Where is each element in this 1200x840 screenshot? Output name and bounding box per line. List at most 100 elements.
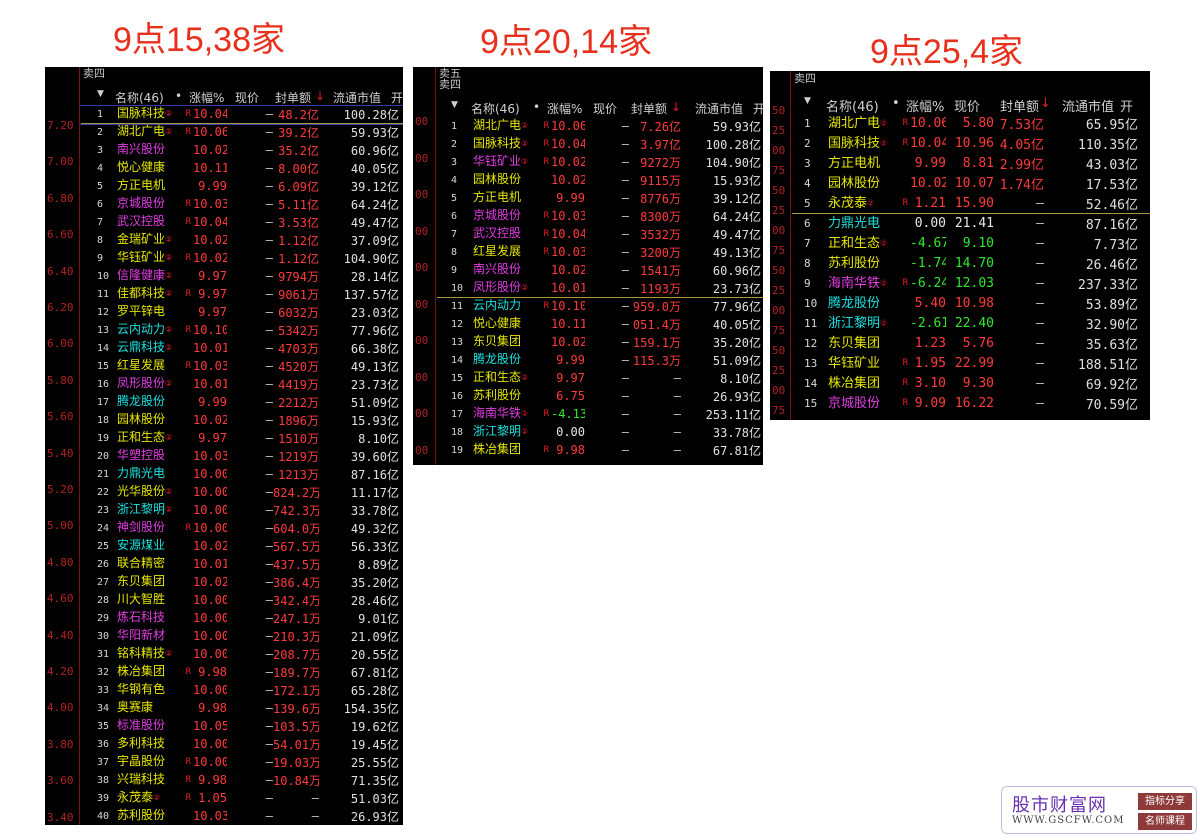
table-row[interactable]: 21 力鼎光电 10.00 –1213万 87.16亿 [45,465,403,483]
stock-name[interactable]: 兴瑞科技 [117,770,193,790]
table-row[interactable]: 4 悦心健康 10.11 –8.00亿 40.05亿 [45,159,403,177]
column-header-cap[interactable]: 流通市值 [333,89,381,106]
table-row[interactable]: 35 标准股份 10.05 –103.5万 19.62亿 [45,717,403,735]
table-row[interactable]: 12 罗平锌电 9.97 –6032万 23.03亿 [45,303,403,321]
table-row[interactable]: 18 园林股份 10.02 –1896万 15.93亿 [45,411,403,429]
stock-name[interactable]: 神剑股份 [117,518,193,538]
table-row[interactable]: 12 东贝集团 1.23 5.76 – 35.63亿 [770,333,1150,353]
table-row[interactable]: 4 园林股份 10.02 –9115万 15.93亿 [413,171,763,189]
stock-name[interactable]: 株冶集团 [117,662,193,682]
table-row[interactable]: 11 云内动力 R 10.10 –959.0万 77.96亿 [413,297,763,315]
table-row[interactable]: 38 兴瑞科技 R 9.98 –10.84万 71.35亿 [45,771,403,789]
stock-name[interactable]: 方正电机 [117,176,193,196]
stock-name[interactable]: 正和生态② [117,428,193,448]
column-header-extra[interactable]: 开 [753,100,763,117]
table-row[interactable]: 7 武汉控股 R 10.04 –3532万 49.47亿 [413,225,763,243]
stock-name[interactable]: 株冶集团 [473,440,549,460]
table-row[interactable]: 13 东贝集团 10.02 –159.1万 35.20亿 [413,333,763,351]
table-row[interactable]: 19 株冶集团 R 9.98 – – 67.81亿 [413,441,763,459]
table-row[interactable]: 32 株冶集团 R 9.98 –189.7万 67.81亿 [45,663,403,681]
stock-name[interactable]: 罗平锌电 [117,302,193,322]
table-row[interactable]: 1 湖北广电② R 10.06 5.80 7.53亿 65.95亿 [770,113,1150,133]
table-row[interactable]: 29 炼石科技 10.00 –247.1万 9.01亿 [45,609,403,627]
table-row[interactable]: 27 东贝集团 10.02 –386.4万 35.20亿 [45,573,403,591]
stock-name[interactable]: 云内动力 [473,296,549,316]
column-header-change[interactable]: 涨幅% [189,89,224,106]
sort-arrow-icon[interactable]: ↓ [1040,96,1051,111]
table-row[interactable]: 11 浙江黎明② -2.61 22.40 – 32.90亿 [770,313,1150,333]
stock-name[interactable]: 佳都科技② [117,284,193,304]
table-row[interactable]: 39 永茂泰② R 1.05– –51.03亿 [45,789,403,807]
table-row[interactable]: 4 园林股份 10.02 10.07 1.74亿 17.53亿 [770,173,1150,193]
stock-name[interactable]: 奥赛康 [117,698,193,718]
table-row[interactable]: 23 浙江黎明② 10.00–742.3万 33.78亿 [45,501,403,519]
stock-name[interactable]: 园林股份 [473,170,549,190]
sort-arrow-icon[interactable]: ↓ [315,89,325,103]
table-row[interactable]: 34 奥赛康 9.98 –139.6万 154.35亿 [45,699,403,717]
stock-name[interactable]: 红星发展 [117,356,193,376]
stock-name[interactable]: 悦心健康 [117,158,193,178]
stock-name[interactable]: 东贝集团 [473,332,549,352]
table-row[interactable]: 9 海南华铁② R -6.24 12.03 – 237.33亿 [770,273,1150,293]
stock-name[interactable]: 京城股份 [117,194,193,214]
table-row[interactable]: 33 华钢有色 10.00 –172.1万 65.28亿 [45,681,403,699]
stock-name[interactable]: 京城股份 [473,206,549,226]
stock-name[interactable]: 凤形股份② [473,278,549,298]
table-row[interactable]: 10 腾龙股份 5.40 10.98 – 53.89亿 [770,293,1150,313]
stock-name[interactable]: 苏利股份 [117,806,193,825]
stock-name[interactable]: 标准股份 [117,716,193,736]
stock-name[interactable]: 川大智胜 [117,590,193,610]
table-row[interactable]: 30 华阳新材 10.00 –210.3万 21.09亿 [45,627,403,645]
table-row[interactable]: 7 武汉控股 R 10.04 –3.53亿 49.47亿 [45,213,403,231]
table-row[interactable]: 3 方正电机 9.99 8.81 2.99亿 43.03亿 [770,153,1150,173]
stock-name[interactable]: 浙江黎明② [117,500,193,520]
stock-name[interactable]: 力鼎光电 [117,464,193,484]
column-header-seal[interactable]: 封单额 [275,89,311,106]
stock-name[interactable]: 南兴股份 [117,140,193,160]
stock-name[interactable]: 华钰矿业② [117,248,193,268]
table-row[interactable]: 15 红星发展 R 10.03 –4520万 49.13亿 [45,357,403,375]
table-row[interactable]: 10 凤形股份② 10.01–1193万 23.73亿 [413,279,763,297]
stock-name[interactable]: 安源煤业 [117,536,193,556]
stock-name[interactable]: 多利科技 [117,734,193,754]
table-row[interactable]: 16 苏利股份 6.75 – – 26.93亿 [413,387,763,405]
column-header-change[interactable]: 涨幅% [547,100,582,117]
stock-name[interactable]: 苏利股份 [473,386,549,406]
stock-name[interactable]: 腾龙股份 [117,392,193,412]
table-row[interactable]: 28 川大智胜 10.00 –342.4万 28.46亿 [45,591,403,609]
stock-name[interactable]: 宇晶股份 [117,752,193,772]
stock-name[interactable]: 湖北广电② [117,122,193,142]
stock-name[interactable]: 国脉科技② [473,134,549,154]
table-row[interactable]: 2 湖北广电② R 10.06–39.2亿 59.93亿 [45,123,403,141]
stock-name[interactable]: 红星发展 [473,242,549,262]
sort-caret-icon[interactable]: ▼ [451,100,458,110]
stock-name[interactable]: 凤形股份② [117,374,193,394]
stock-name[interactable]: 华钢有色 [117,680,193,700]
stock-name[interactable]: 金瑞矿业② [117,230,193,250]
stock-name[interactable]: 华钰矿业② [473,152,549,172]
column-header-cap[interactable]: 流通市值 [695,100,743,117]
column-header-seal[interactable]: 封单额 [631,100,667,117]
sort-caret-icon[interactable]: ▼ [97,89,104,99]
stock-name[interactable]: 云内动力② [117,320,193,340]
table-row[interactable]: 15 京城股份 R 9.09 16.22 – 70.59亿 [770,393,1150,413]
stock-name[interactable]: 炼石科技 [117,608,193,628]
table-row[interactable]: 11 佳都科技② R 9.97–9061万 137.57亿 [45,285,403,303]
stock-name[interactable]: 园林股份 [117,410,193,430]
stock-name[interactable]: 湖北广电② [473,116,549,136]
table-row[interactable]: 6 力鼎光电 0.00 21.41 – 87.16亿 [770,213,1150,233]
table-row[interactable]: 14 云鼎科技② 10.01–4703万 66.38亿 [45,339,403,357]
column-header-name[interactable]: 名称(46) [471,100,520,117]
stock-name[interactable]: 铭科精技② [117,644,193,664]
table-row[interactable]: 9 南兴股份 10.02 –1541万 60.96亿 [413,261,763,279]
stock-name[interactable]: 华阳新材 [117,626,193,646]
table-row[interactable]: 5 方正电机 9.99 –6.09亿 39.12亿 [45,177,403,195]
table-row[interactable]: 5 永茂泰② R 1.21 15.90 – 52.46亿 [770,193,1150,213]
stock-name[interactable]: 悦心健康 [473,314,549,334]
table-row[interactable]: 2 国脉科技② R 10.04–3.97亿 100.28亿 [413,135,763,153]
stock-name[interactable]: 海南华铁② [473,404,549,424]
table-row[interactable]: 1 湖北广电② R 10.06–7.26亿 59.93亿 [413,117,763,135]
table-row[interactable]: 7 正和生态② -4.67 9.10 – 7.73亿 [770,233,1150,253]
table-row[interactable]: 18 浙江黎明② 0.00 – – 33.78亿 [413,423,763,441]
table-row[interactable]: 36 多利科技 10.00 –54.01万 19.45亿 [45,735,403,753]
